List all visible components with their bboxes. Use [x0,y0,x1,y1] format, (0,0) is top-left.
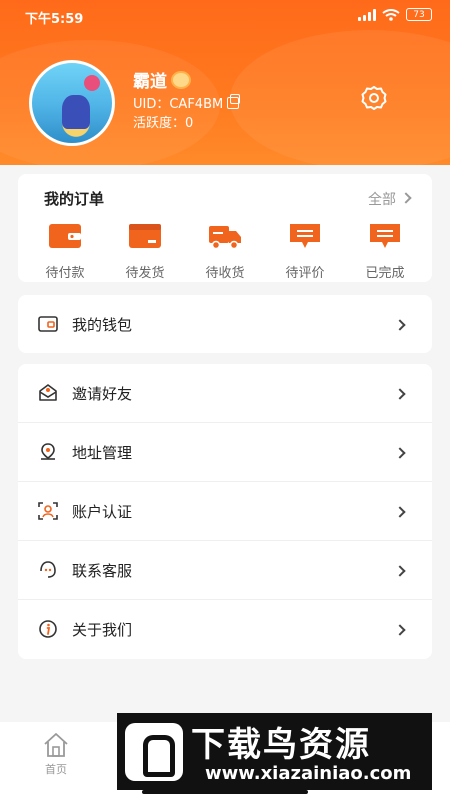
wallet-icon [49,224,81,248]
truck-icon [209,226,241,250]
headset-icon [40,561,56,578]
comment-icon [290,224,320,248]
bird-logo-icon [125,723,183,781]
order-completed[interactable]: 已完成 [355,222,415,281]
menu-label: 关于我们 [72,621,133,639]
home-indicator [142,790,308,794]
copy-icon[interactable] [227,93,241,109]
menu-label: 联系客服 [72,562,133,580]
avatar-figure [62,95,90,129]
username-row: 霸道 [133,67,191,92]
battery-icon: 73 [406,8,432,21]
wifi-icon [382,8,400,21]
watermark-banner: 下载鸟资源 www.xiazainiao.com [117,713,432,790]
level-badge-icon [171,70,191,89]
uid-row: UID：CAF4BM [133,93,241,112]
chevron-right-icon [394,447,406,459]
avatar-ball [84,75,100,91]
orders-card: 我的订单 全部 待付款 待发货 待收货 待评价 已完成 [18,174,432,282]
activity-text: 活跃度：0 [133,116,194,131]
info-icon [39,620,57,638]
home-icon [44,733,68,757]
signal-icon [358,8,376,21]
orders-title: 我的订单 [44,190,105,208]
location-pin-icon [41,443,55,460]
menu-item-wallet[interactable]: 我的钱包 [18,295,432,353]
order-label: 待发货 [125,266,165,281]
chevron-right-icon [394,506,406,518]
order-label: 待收货 [205,266,245,281]
avatar[interactable] [29,60,115,146]
order-label: 待付款 [45,266,85,281]
chevron-right-icon [394,319,406,331]
chevron-right-icon[interactable] [400,192,412,204]
message-done-icon [370,224,400,248]
status-icons: 73 [358,8,432,21]
settings-gear-icon[interactable] [361,85,387,111]
menu-item-service[interactable]: 联系客服 [18,541,432,599]
username: 霸道 [133,72,167,92]
menu-item-about[interactable]: 关于我们 [18,600,432,658]
menu-label: 账户认证 [72,503,133,521]
watermark-url: www.xiazainiao.com [205,763,412,784]
menu-item-address[interactable]: 地址管理 [18,423,432,481]
menu-item-invite[interactable]: 邀请好友 [18,364,432,422]
chevron-right-icon [394,388,406,400]
header-decoration [230,30,450,165]
user-verify-icon [38,502,58,520]
invite-envelope-icon [39,384,57,401]
watermark-title: 下载鸟资源 [191,725,371,765]
tab-home-label: 首页 [45,763,67,776]
order-label: 待评价 [285,266,325,281]
uid-text: UID：CAF4BM [133,97,224,112]
chevron-right-icon [394,565,406,577]
order-label: 已完成 [365,266,405,281]
chevron-right-icon [394,624,406,636]
menu-label: 我的钱包 [72,316,133,334]
box-icon [129,224,161,248]
menu-label: 地址管理 [72,444,133,462]
menu-label: 邀请好友 [72,385,133,403]
wallet-card: 我的钱包 [18,295,432,353]
order-pending-receipt[interactable]: 待收货 [195,222,255,281]
tab-home[interactable]: 首页 [33,732,79,777]
wallet-outline-icon [38,316,58,332]
battery-level: 73 [413,9,425,20]
status-time: 下午5:59 [25,12,84,27]
status-bar: 下午5:59 73 [0,0,450,32]
order-pending-shipment[interactable]: 待发货 [115,222,175,281]
orders-all-link[interactable]: 全部 [368,189,396,209]
order-pending-payment[interactable]: 待付款 [35,222,95,281]
menu-list-card: 邀请好友 地址管理 账户认证 联系客服 关于我们 [18,364,432,659]
order-pending-review[interactable]: 待评价 [275,222,335,281]
menu-item-verify[interactable]: 账户认证 [18,482,432,540]
